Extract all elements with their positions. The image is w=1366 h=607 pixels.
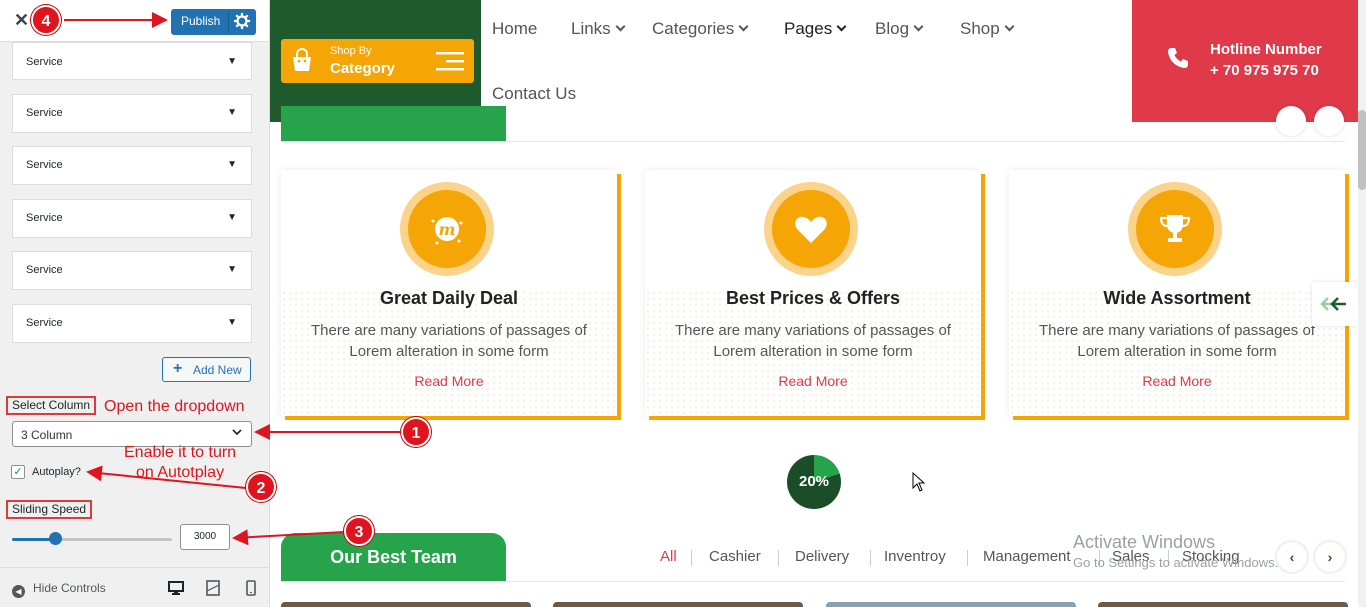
- step-4-marker: 4: [31, 5, 61, 35]
- step-1-marker: 1: [401, 417, 431, 447]
- step-3-marker: 3: [344, 516, 374, 546]
- arrow-to-speed-input: [232, 529, 345, 546]
- step-2-marker: 2: [246, 472, 276, 502]
- note-enable-autoplay-2: on Autotplay: [136, 464, 225, 481]
- note-open-dropdown: Open the dropdown: [104, 398, 245, 415]
- annotation-arrows: [64, 12, 400, 546]
- note-enable-autoplay-1: Enable it to turn: [124, 444, 237, 461]
